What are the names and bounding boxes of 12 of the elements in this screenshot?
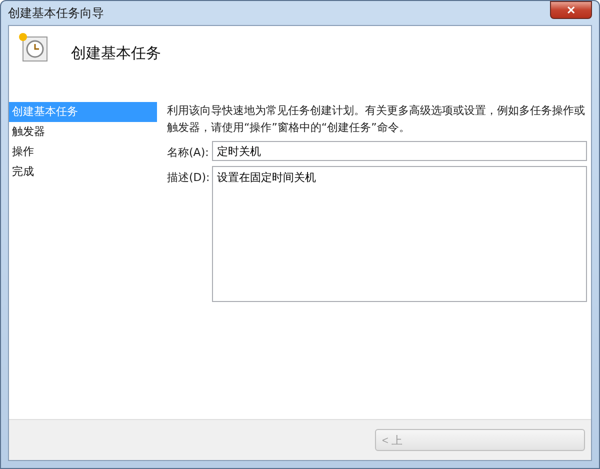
wizard-step[interactable]: 触发器 [9, 122, 157, 142]
wizard-step[interactable]: 完成 [9, 162, 157, 182]
description-label: 描述(D): [167, 170, 211, 185]
intro-text: 利用该向导快速地为常见任务创建计划。有关更多高级选项或设置，例如多任务操作或触发器，请使用“操作”窗格中的“创建任务”命令。 [167, 103, 586, 136]
name-label: 名称(A): [167, 145, 210, 160]
close-button[interactable]: ✕ [550, 1, 592, 19]
wizard-heading: 创建基本任务 [71, 44, 161, 63]
name-input[interactable]: 定时关机 [212, 141, 587, 161]
window-title: 创建基本任务向导 [8, 4, 104, 22]
wizard-step[interactable]: 操作 [9, 142, 157, 162]
description-input[interactable]: 设置在固定时间关机 [212, 166, 587, 302]
task-clock-icon [17, 32, 49, 64]
